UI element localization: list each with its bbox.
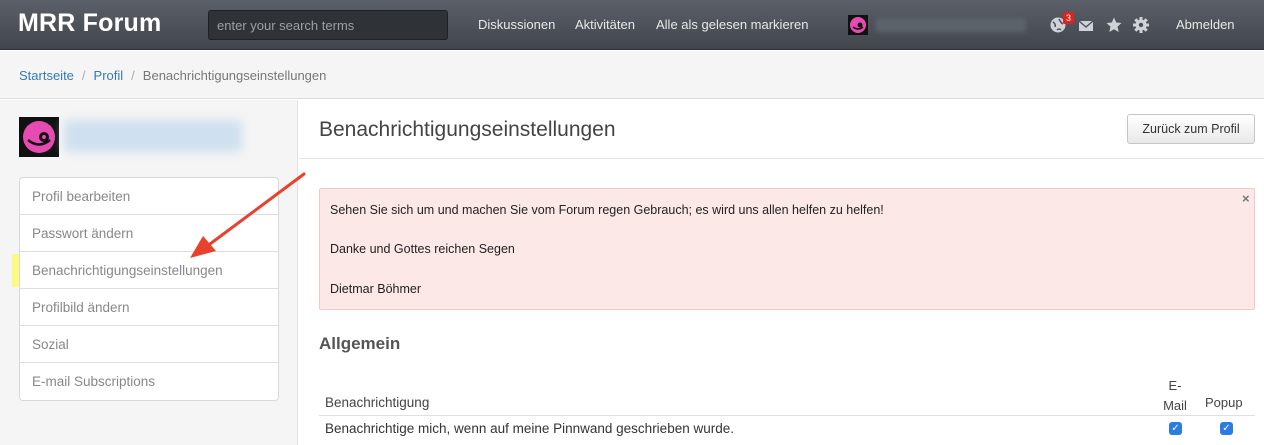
- menu-item-notification-settings[interactable]: Benachrichtigungseinstellungen: [20, 252, 278, 289]
- search-input[interactable]: [208, 10, 448, 40]
- page-title: Benachrichtigungseinstellungen: [319, 118, 616, 141]
- logout-link[interactable]: Abmelden: [1176, 17, 1235, 32]
- close-icon[interactable]: ×: [1242, 191, 1250, 206]
- profile-name-redacted: [64, 120, 242, 152]
- menu-item-change-avatar[interactable]: Profilbild ändern: [20, 289, 278, 326]
- nav-discussions[interactable]: Diskussionen: [478, 17, 555, 32]
- notification-row-label: Benachrichtige mich, wenn auf meine Pinn…: [325, 421, 734, 436]
- alert-signature: Dietmar Böhmer: [330, 282, 421, 296]
- profile-avatar[interactable]: [19, 117, 59, 157]
- menu-item-change-password[interactable]: Passwort ändern: [20, 215, 278, 252]
- breadcrumb-profile[interactable]: Profil: [94, 68, 124, 83]
- divider: [299, 158, 1264, 159]
- gear-icon[interactable]: [1132, 16, 1150, 34]
- username-redacted: [876, 18, 1026, 32]
- back-to-profile-button[interactable]: Zurück zum Profil: [1127, 114, 1255, 144]
- main-content: Benachrichtigungseinstellungen Zurück zu…: [299, 100, 1264, 445]
- notification-badge: 3: [1063, 12, 1074, 24]
- nav-mark-all-read[interactable]: Alle als gelesen markieren: [656, 17, 808, 32]
- profile-menu: Profil bearbeiten Passwort ändern Benach…: [19, 177, 279, 401]
- column-header-popup: Popup: [1205, 395, 1243, 410]
- popup-checkbox[interactable]: ✓: [1220, 422, 1233, 435]
- nav-activities[interactable]: Aktivitäten: [575, 17, 635, 32]
- top-navbar: MRR Forum Diskussionen Aktivitäten Alle …: [0, 0, 1264, 50]
- sidebar: Profil bearbeiten Passwort ändern Benach…: [0, 100, 298, 445]
- alert-line: Sehen Sie sich um und machen Sie vom For…: [330, 203, 884, 217]
- menu-item-edit-profile[interactable]: Profil bearbeiten: [20, 178, 278, 215]
- menu-item-email-subscriptions[interactable]: E-mail Subscriptions: [20, 363, 278, 400]
- email-checkbox[interactable]: ✓: [1169, 422, 1182, 435]
- breadcrumb-bar: Startseite / Profil / Benachrichtigungse…: [0, 51, 1264, 99]
- section-title: Allgemein: [319, 334, 401, 353]
- column-header-email-line: E-: [1168, 378, 1182, 393]
- breadcrumb: Startseite / Profil / Benachrichtigungse…: [19, 68, 326, 83]
- breadcrumb-separator: /: [131, 68, 135, 83]
- column-header-email-line: Mail: [1163, 398, 1187, 413]
- brand-logo[interactable]: MRR Forum: [18, 9, 161, 38]
- breadcrumb-current: Benachrichtigungseinstellungen: [142, 68, 327, 83]
- breadcrumb-home[interactable]: Startseite: [19, 68, 74, 83]
- mail-icon[interactable]: [1078, 16, 1096, 34]
- column-header-email: E- Mail: [1157, 376, 1193, 416]
- alert-line: Danke und Gottes reichen Segen: [330, 242, 515, 256]
- user-avatar[interactable]: [848, 15, 868, 35]
- table-divider: [319, 415, 1255, 416]
- info-alert: × Sehen Sie sich um und machen Sie vom F…: [319, 188, 1255, 310]
- menu-item-social[interactable]: Sozial: [20, 326, 278, 363]
- breadcrumb-separator: /: [81, 68, 86, 83]
- star-icon[interactable]: [1105, 16, 1123, 34]
- column-header-notification: Benachrichtigung: [325, 395, 430, 410]
